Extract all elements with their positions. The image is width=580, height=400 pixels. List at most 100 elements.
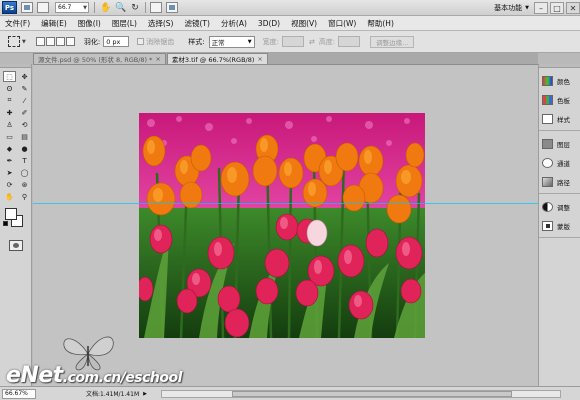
- close-button[interactable]: ✕: [566, 2, 580, 14]
- close-icon[interactable]: ×: [257, 55, 262, 63]
- menu-layer[interactable]: 图层(L): [112, 18, 137, 29]
- marquee-tool-icon[interactable]: ⬚: [3, 71, 16, 82]
- panel-paths[interactable]: 路径: [539, 172, 580, 191]
- 3d-rotate-icon[interactable]: ⟳: [3, 179, 16, 190]
- move-tool-icon[interactable]: ✥: [18, 71, 31, 82]
- panel-adjustments[interactable]: 调整: [539, 197, 580, 216]
- type-tool-icon[interactable]: T: [18, 155, 31, 166]
- arrange-documents-icon[interactable]: [150, 2, 162, 13]
- panel-masks[interactable]: 蒙版: [539, 216, 580, 235]
- maximize-button[interactable]: □: [550, 2, 564, 14]
- menu-bar: 文件(F) 编辑(E) 图像(I) 图层(L) 选择(S) 滤镜(T) 分析(A…: [0, 16, 580, 31]
- horizontal-scrollbar[interactable]: [160, 389, 561, 398]
- tab-source-psd[interactable]: 源文件.psd @ 50% (形状 8, RGB/8) * ×: [33, 53, 166, 64]
- menu-analysis[interactable]: 分析(A): [221, 18, 247, 29]
- menu-window[interactable]: 窗口(W): [328, 18, 356, 29]
- swap-icon[interactable]: ⇄: [309, 38, 315, 46]
- style-value: 正常: [211, 38, 225, 47]
- tab-material-tif[interactable]: 素材3.tif @ 66.7%(RGB/8) ×: [166, 53, 268, 64]
- hand-tool-icon[interactable]: ✋: [3, 191, 16, 202]
- rotate-view-icon[interactable]: ↻: [130, 3, 140, 13]
- panel-styles[interactable]: 样式: [539, 109, 580, 128]
- panel-swatches[interactable]: 色板: [539, 90, 580, 109]
- styles-panel-icon: [542, 113, 553, 124]
- feather-input[interactable]: 0 px: [103, 36, 130, 47]
- height-input[interactable]: [338, 36, 361, 47]
- history-brush-icon[interactable]: ⟲: [18, 119, 31, 130]
- 3d-orbit-icon[interactable]: ⊛: [18, 179, 31, 190]
- hand-tool-icon[interactable]: ✋: [100, 3, 111, 13]
- foreground-color-swatch[interactable]: [5, 208, 17, 220]
- clone-stamp-icon[interactable]: ♙: [3, 119, 16, 130]
- subtract-selection-icon[interactable]: [55, 37, 65, 46]
- panel-layers[interactable]: 图层: [539, 134, 580, 153]
- status-menu-arrow-icon[interactable]: ▶: [143, 391, 147, 397]
- watermark: eNet.com.cn/eschool: [0, 330, 220, 390]
- channels-panel-icon: [542, 157, 553, 168]
- eraser-tool-icon[interactable]: ▭: [3, 131, 16, 142]
- crop-tool-icon[interactable]: ⌗: [3, 95, 16, 106]
- antialias-checkbox[interactable]: [137, 38, 145, 45]
- document-size-info: 文档:1.41M/1.41M: [86, 391, 140, 398]
- mini-bridge-icon[interactable]: [37, 2, 49, 13]
- panel-label: 调整: [557, 203, 570, 212]
- pen-tool-icon[interactable]: ✒: [3, 155, 16, 166]
- minimize-button[interactable]: –: [534, 2, 548, 14]
- tool-grid: ⬚ ✥ ʘ ✎ ⌗ ⁄ ✚ ✐ ♙ ⟲ ▭ ▤ ◆ ● ✒ T ➤ ◯ ⟳ ⊛ …: [0, 68, 31, 202]
- tab-label: 源文件.psd @ 50% (形状 8, RGB/8) *: [38, 56, 153, 64]
- style-select[interactable]: 正常 ▼: [208, 35, 255, 48]
- quick-mask-icon[interactable]: [9, 240, 23, 251]
- app-bar: Ps 66.7 ▼ ✋ 🔍 ↻ 基本功能 ▼ – □ ✕: [0, 0, 580, 16]
- close-icon[interactable]: ×: [155, 55, 160, 63]
- zoom-tool-icon[interactable]: ⚲: [18, 191, 31, 202]
- menu-edit[interactable]: 编辑(E): [41, 18, 67, 29]
- menu-file[interactable]: 文件(F): [5, 18, 30, 29]
- chevron-down-icon[interactable]: ▼: [22, 39, 26, 45]
- rectangular-marquee-icon[interactable]: [8, 36, 20, 47]
- horizontal-guide-line[interactable]: [33, 203, 538, 204]
- panel-color[interactable]: 颜色: [539, 71, 580, 90]
- menu-3d[interactable]: 3D(D): [258, 19, 280, 28]
- status-zoom-input[interactable]: 66.67%: [2, 388, 36, 399]
- panel-group-adjustments: 调整 蒙版: [539, 194, 580, 238]
- panel-channels[interactable]: 通道: [539, 153, 580, 172]
- panel-label: 蒙版: [557, 222, 570, 231]
- workspace-label: 基本功能: [494, 4, 523, 12]
- dodge-tool-icon[interactable]: ●: [18, 143, 31, 154]
- eyedropper-tool-icon[interactable]: ⁄: [18, 95, 31, 106]
- blur-tool-icon[interactable]: ◆: [3, 143, 16, 154]
- chevron-down-icon: ▼: [247, 38, 252, 45]
- gradient-tool-icon[interactable]: ▤: [18, 131, 31, 142]
- chevron-down-icon: ▼: [525, 5, 529, 11]
- default-colors-icon[interactable]: [3, 221, 8, 226]
- path-select-icon[interactable]: ➤: [3, 167, 16, 178]
- lasso-tool-icon[interactable]: ʘ: [3, 83, 16, 94]
- panel-label: 色板: [557, 96, 570, 105]
- zoom-level-select[interactable]: 66.7 ▼: [55, 2, 89, 13]
- app-bar-right: 基本功能 ▼ – □ ✕: [491, 0, 580, 16]
- new-selection-icon[interactable]: [35, 37, 45, 46]
- menu-select[interactable]: 选择(S): [148, 18, 174, 29]
- intersect-selection-icon[interactable]: [65, 37, 75, 46]
- color-panel-icon: [542, 75, 553, 86]
- layers-panel-icon: [542, 138, 553, 149]
- menu-image[interactable]: 图像(I): [78, 18, 101, 29]
- bridge-icon[interactable]: [21, 2, 33, 13]
- zoom-tool-icon[interactable]: 🔍: [115, 3, 126, 13]
- panel-label: 图层: [557, 140, 570, 149]
- screen-mode-icon[interactable]: [166, 2, 178, 13]
- brush-tool-icon[interactable]: ✐: [18, 107, 31, 118]
- workspace-switcher[interactable]: 基本功能 ▼: [491, 3, 532, 13]
- refine-edge-button[interactable]: 调整边缘...: [370, 35, 415, 48]
- scrollbar-thumb[interactable]: [231, 390, 512, 397]
- width-input[interactable]: [281, 36, 304, 47]
- feather-label: 羽化:: [83, 37, 101, 46]
- menu-view[interactable]: 视图(V): [291, 18, 317, 29]
- add-to-selection-icon[interactable]: [45, 37, 55, 46]
- menu-filter[interactable]: 滤镜(T): [185, 18, 210, 29]
- menu-help[interactable]: 帮助(H): [367, 18, 394, 29]
- shape-tool-icon[interactable]: ◯: [18, 167, 31, 178]
- quick-select-tool-icon[interactable]: ✎: [18, 83, 31, 94]
- healing-brush-icon[interactable]: ✚: [3, 107, 16, 118]
- width-label: 宽度:: [262, 37, 279, 46]
